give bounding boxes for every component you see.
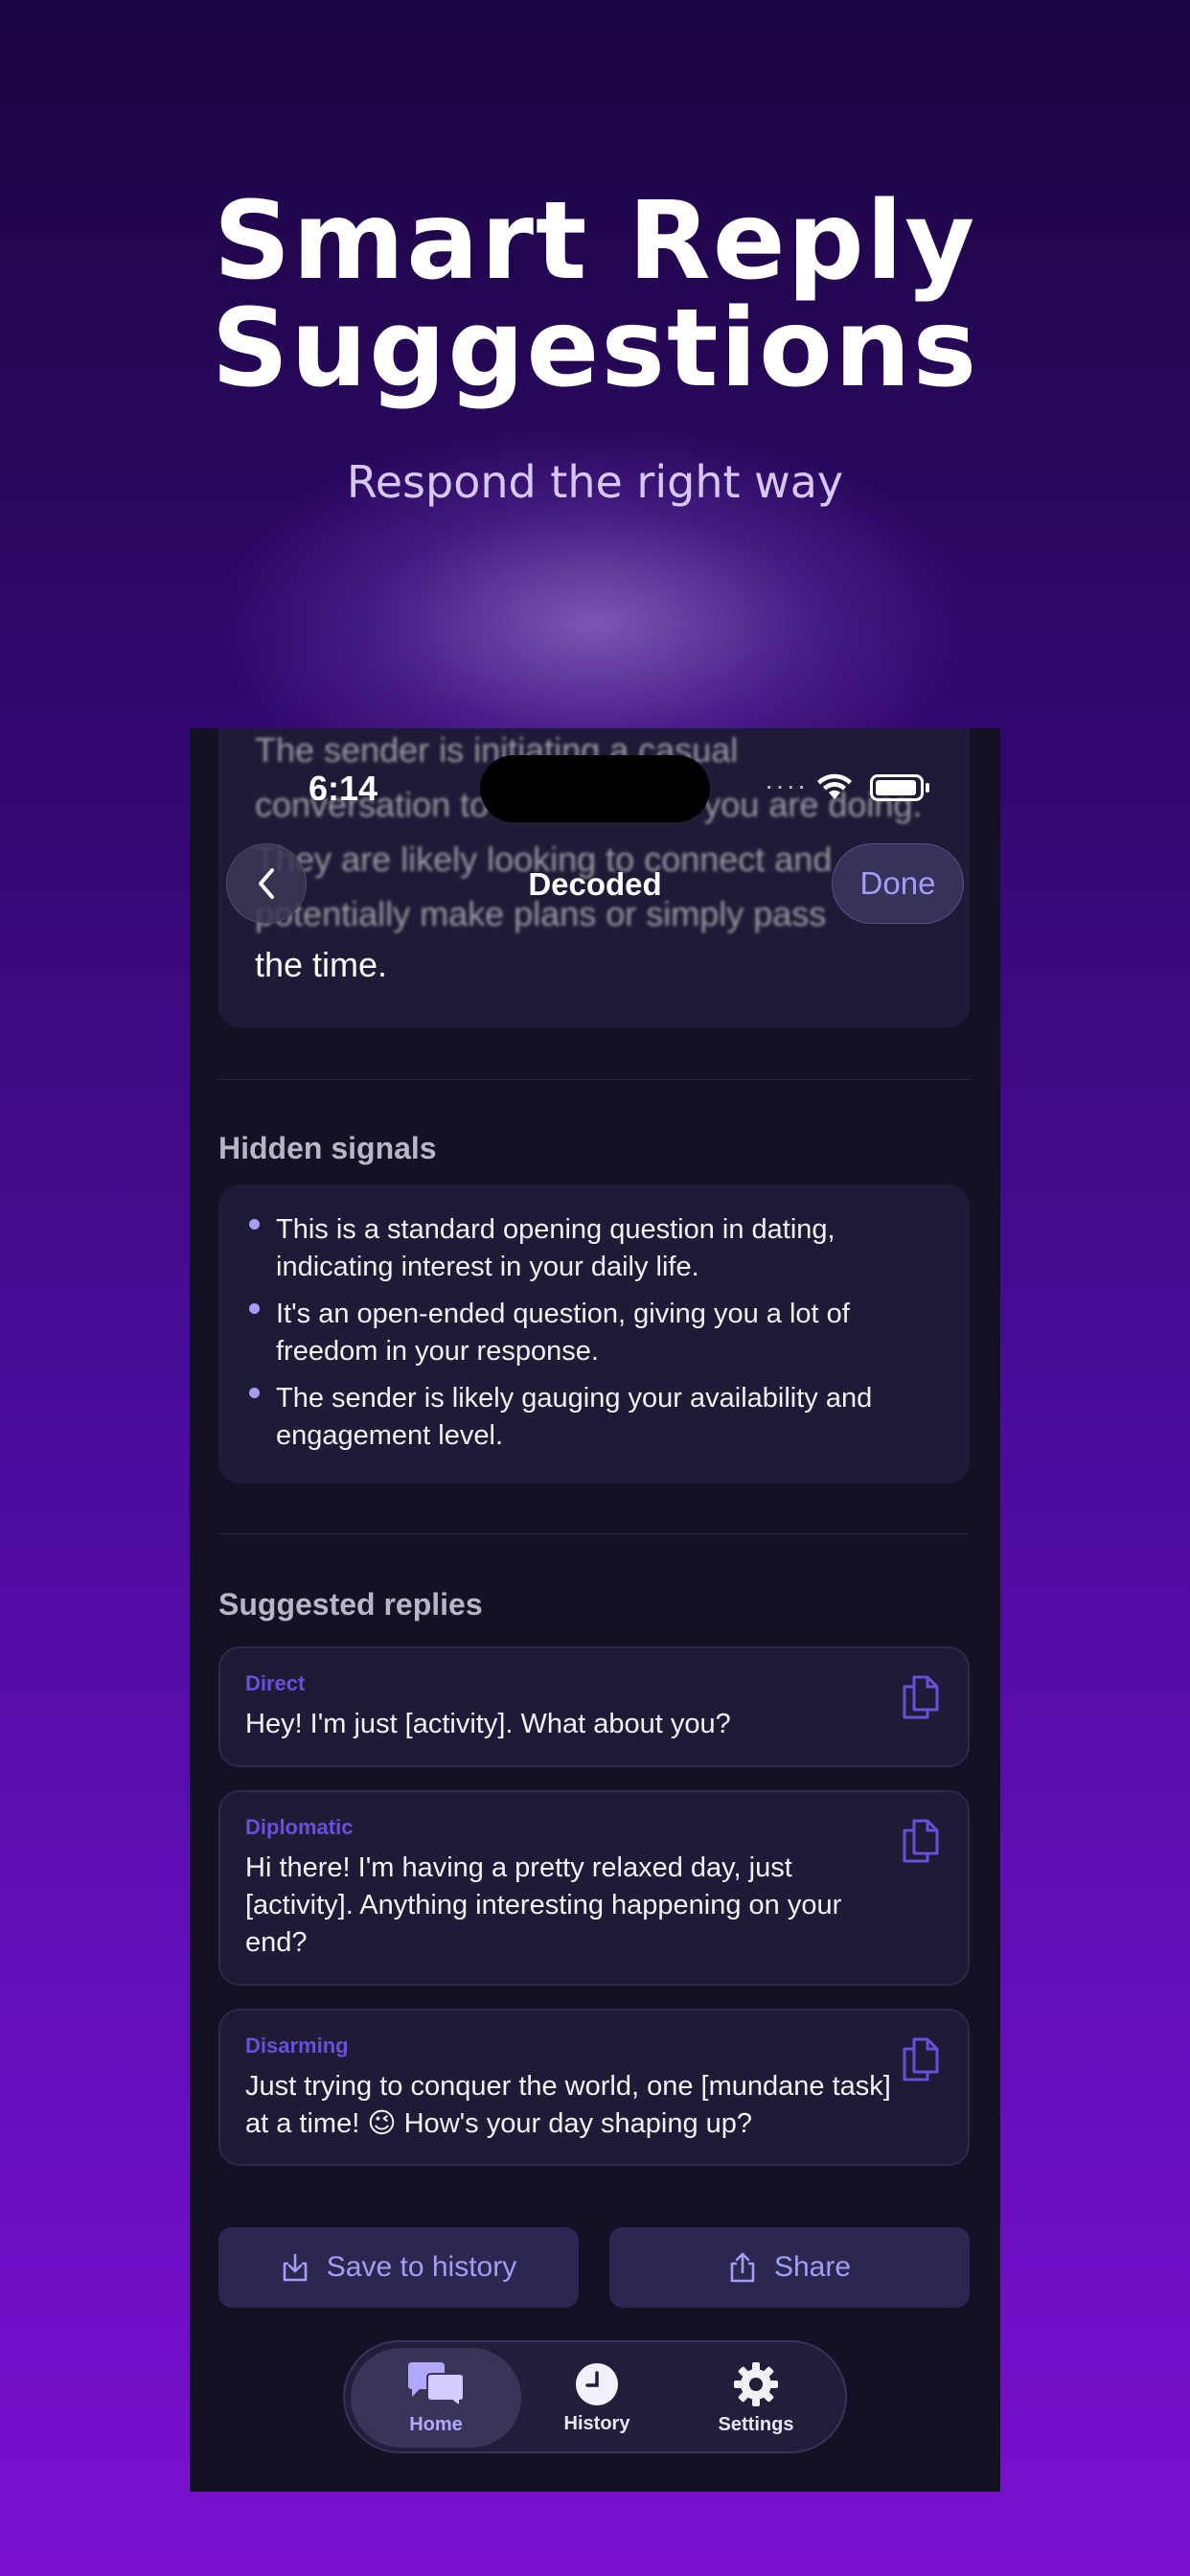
done-button[interactable]: Done	[832, 843, 964, 924]
clock-icon	[576, 2362, 618, 2405]
save-tray-icon	[283, 2253, 308, 2282]
reply-text: Hi there! I'm having a pretty relaxed da…	[245, 1852, 842, 1958]
battery-tip	[926, 783, 929, 793]
save-to-history-button[interactable]: Save to history	[218, 2227, 579, 2308]
reply-card-disarming[interactable]: Disarming Just trying to conquer the wor…	[218, 2009, 970, 2166]
bullet-icon	[249, 1303, 260, 1314]
share-button[interactable]: Share	[609, 2227, 970, 2308]
reply-text: Just trying to conquer the world, one [m…	[245, 2071, 891, 2139]
hidden-signals-card: This is a standard opening question in d…	[218, 1184, 970, 1484]
signal-item: This is a standard opening question in d…	[247, 1211, 941, 1286]
reply-type: Diplomatic	[245, 1815, 354, 1839]
reply-card-direct[interactable]: Direct Hey! I'm just [activity]. What ab…	[218, 1646, 970, 1767]
reply-type: Direct	[245, 1671, 306, 1695]
status-time: 6:14	[309, 769, 378, 808]
phone-screen: The sender is initiating a casual conver…	[190, 728, 1000, 2492]
chat-bubbles-icon	[408, 2361, 465, 2408]
dynamic-island	[480, 755, 710, 822]
share-icon	[730, 2252, 755, 2283]
reply-text: Hey! I'm just [activity]. What about you…	[245, 1709, 731, 1739]
hero-title-line-2: Suggestions	[211, 287, 979, 411]
reply-card-diplomatic[interactable]: Diplomatic Hi there! I'm having a pretty…	[218, 1790, 970, 1986]
signal-text: This is a standard opening question in d…	[276, 1214, 835, 1282]
bullet-icon	[249, 1219, 260, 1230]
hero-subtitle: Respond the right way	[346, 456, 844, 508]
reply-type: Disarming	[245, 2034, 349, 2058]
tab-settings[interactable]: Settings	[671, 2348, 841, 2448]
signal-item: It's an open-ended question, giving you …	[247, 1296, 941, 1370]
tab-label: History	[563, 2412, 630, 2434]
divider	[218, 1079, 970, 1080]
battery-icon	[870, 774, 924, 801]
share-label: Share	[773, 2251, 852, 2283]
hero-title: Smart Reply Suggestions	[0, 188, 1190, 402]
gear-icon	[734, 2361, 778, 2406]
divider	[218, 1533, 970, 1534]
signal-text: It's an open-ended question, giving you …	[276, 1299, 850, 1367]
save-to-history-label: Save to history	[326, 2251, 517, 2283]
tab-home[interactable]: Home	[351, 2348, 521, 2448]
signal-text: The sender is likely gauging your availa…	[276, 1383, 873, 1451]
bullet-icon	[249, 1388, 260, 1398]
hero-title-line-1: Smart Reply	[213, 179, 977, 304]
signal-dots-icon: ····	[765, 770, 809, 800]
summary-line-sharp: the time.	[255, 945, 388, 984]
hidden-signals-title: Hidden signals	[218, 1131, 437, 1165]
tab-label: Home	[409, 2413, 463, 2435]
tab-label: Settings	[718, 2413, 794, 2435]
copy-icon[interactable]	[901, 1673, 941, 1721]
tab-history[interactable]: History	[512, 2348, 682, 2448]
copy-icon[interactable]	[901, 2036, 941, 2083]
tab-bar: Home History Settings	[343, 2340, 847, 2453]
copy-icon[interactable]	[901, 1817, 941, 1865]
status-bar: 6:14 ····	[190, 728, 1000, 843]
signal-item: The sender is likely gauging your availa…	[247, 1380, 941, 1455]
suggested-replies-title: Suggested replies	[218, 1587, 483, 1622]
wifi-icon	[817, 773, 852, 799]
